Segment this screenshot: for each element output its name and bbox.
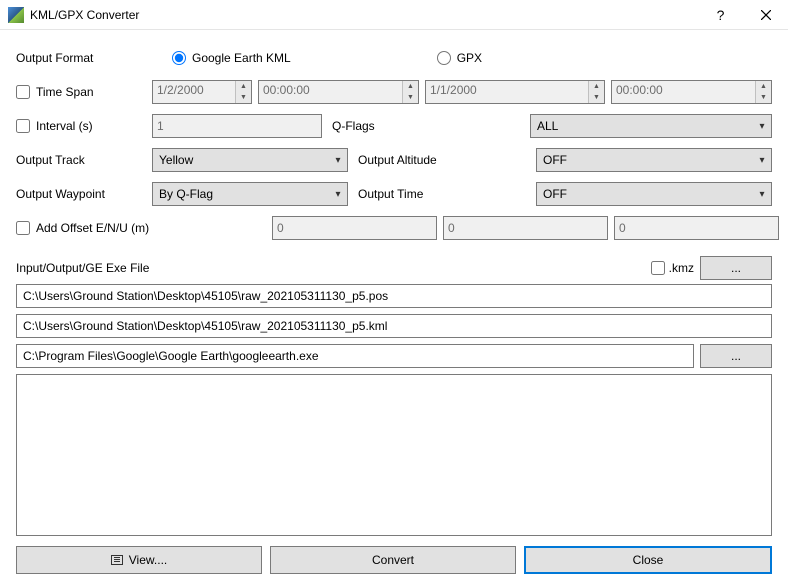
close-icon	[761, 10, 771, 20]
browse-input-button[interactable]: ...	[700, 256, 772, 280]
time-span-checkbox[interactable]	[16, 85, 30, 99]
google-kml-radio-label: Google Earth KML	[192, 51, 291, 65]
chevron-up-icon[interactable]: ▲	[589, 81, 604, 92]
gpx-radio-label: GPX	[457, 51, 482, 65]
output-altitude-select[interactable]: OFF ▾	[536, 148, 772, 172]
start-date-spinner[interactable]: 1/2/2000 ▲▼	[152, 80, 252, 104]
output-waypoint-select[interactable]: By Q-Flag ▾	[152, 182, 348, 206]
output-time-select[interactable]: OFF ▾	[536, 182, 772, 206]
start-time-spinner[interactable]: 00:00:00 ▲▼	[258, 80, 419, 104]
end-time-spinner[interactable]: 00:00:00 ▲▼	[611, 80, 772, 104]
interval-label: Interval (s)	[36, 119, 93, 133]
chevron-up-icon[interactable]: ▲	[403, 81, 418, 92]
browse-ge-button[interactable]: ...	[700, 344, 772, 368]
offset-n-input[interactable]	[443, 216, 608, 240]
chevron-down-icon: ▾	[753, 121, 771, 132]
chevron-up-icon[interactable]: ▲	[756, 81, 771, 92]
google-kml-radio[interactable]	[172, 51, 186, 65]
close-button[interactable]: Close	[524, 546, 772, 574]
input-path-field[interactable]	[16, 284, 772, 308]
help-button[interactable]: ?	[698, 0, 743, 30]
q-flags-select[interactable]: ALL ▾	[530, 114, 772, 138]
titlebar: KML/GPX Converter ?	[0, 0, 788, 30]
chevron-down-icon: ▾	[753, 189, 771, 200]
output-altitude-label: Output Altitude	[354, 153, 484, 167]
view-icon	[111, 555, 123, 565]
output-track-label: Output Track	[16, 153, 146, 167]
kmz-label: .kmz	[669, 261, 694, 275]
gpx-radio[interactable]	[437, 51, 451, 65]
chevron-down-icon[interactable]: ▼	[589, 92, 604, 103]
chevron-down-icon[interactable]: ▼	[403, 92, 418, 103]
add-offset-label: Add Offset E/N/U (m)	[36, 221, 149, 235]
q-flags-label: Q-Flags	[328, 119, 458, 133]
close-window-button[interactable]	[743, 0, 788, 30]
end-date-spinner[interactable]: 1/1/2000 ▲▼	[425, 80, 605, 104]
app-icon	[8, 7, 24, 23]
chevron-down-icon: ▾	[753, 155, 771, 166]
interval-input[interactable]	[152, 114, 322, 138]
output-track-select[interactable]: Yellow ▾	[152, 148, 348, 172]
chevron-down-icon: ▾	[329, 155, 347, 166]
interval-checkbox[interactable]	[16, 119, 30, 133]
chevron-down-icon[interactable]: ▼	[756, 92, 771, 103]
convert-button[interactable]: Convert	[270, 546, 516, 574]
offset-e-input[interactable]	[272, 216, 437, 240]
log-output-area	[16, 374, 772, 536]
output-path-field[interactable]	[16, 314, 772, 338]
io-files-label: Input/Output/GE Exe File	[16, 261, 149, 275]
window-title: KML/GPX Converter	[30, 8, 139, 22]
add-offset-checkbox[interactable]	[16, 221, 30, 235]
output-waypoint-label: Output Waypoint	[16, 187, 146, 201]
chevron-up-icon[interactable]: ▲	[236, 81, 251, 92]
kmz-checkbox[interactable]	[651, 261, 665, 275]
chevron-down-icon: ▾	[329, 189, 347, 200]
view-button[interactable]: View....	[16, 546, 262, 574]
chevron-down-icon[interactable]: ▼	[236, 92, 251, 103]
output-time-label: Output Time	[354, 187, 484, 201]
ge-exe-path-field[interactable]	[16, 344, 694, 368]
time-span-label: Time Span	[36, 85, 94, 99]
offset-u-input[interactable]	[614, 216, 779, 240]
output-format-label: Output Format	[16, 51, 146, 65]
